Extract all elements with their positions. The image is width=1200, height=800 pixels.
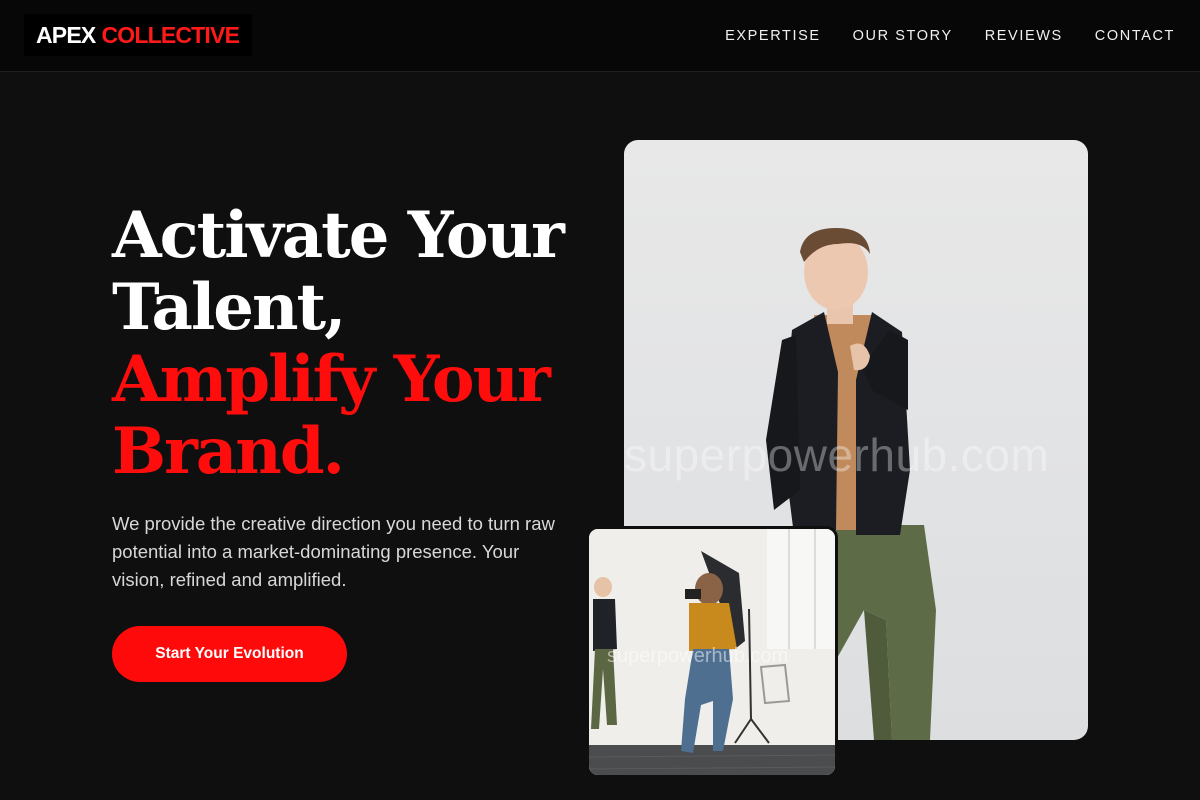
nav-item-our-story[interactable]: OUR STORY [853, 28, 953, 44]
hero-subtext: We provide the creative direction you ne… [112, 513, 555, 590]
headline-line-2: Talent, [112, 270, 346, 345]
nav-item-expertise[interactable]: EXPERTISE [725, 28, 821, 44]
main-nav: EXPERTISE OUR STORY REVIEWS CONTACT [693, 0, 1175, 72]
hero-headline: Activate Your Talent, Amplify Your Brand… [112, 200, 592, 488]
studio-illustration [589, 529, 835, 775]
headline-line-1: Activate Your [112, 198, 565, 273]
nav-item-reviews[interactable]: REVIEWS [985, 28, 1063, 44]
studio-photo: superpowerhub.com [586, 526, 838, 778]
headline-line-3: Amplify Your [112, 342, 551, 417]
headline-line-4: Brand. [112, 414, 345, 489]
start-evolution-button[interactable]: Start Your Evolution [112, 626, 347, 682]
site-header: APEX COLLECTIVE EXPERTISE OUR STORY REVI… [0, 0, 1200, 72]
brand-name-red: COLLECTIVE [101, 21, 240, 48]
brand-name-white: APEX [36, 21, 96, 48]
brand-logo[interactable]: APEX COLLECTIVE [24, 14, 252, 56]
nav-item-contact[interactable]: CONTACT [1095, 28, 1175, 44]
